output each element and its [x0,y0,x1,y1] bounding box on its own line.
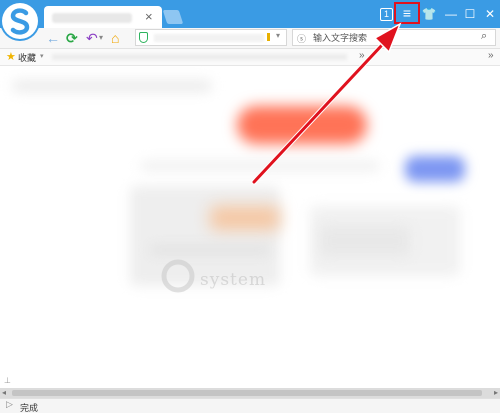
bookmarks-more-icon[interactable]: » [359,50,365,61]
watermark-text: system [200,270,267,290]
maximize-button[interactable]: ☐ [464,5,476,23]
badge-icon[interactable]: 1 [380,8,393,21]
navigation-bar: ← ⟳ ↶ ▾ ⌂ ▾ ⓢ ⌕ [0,28,500,49]
page-content: system [0,66,500,388]
address-bar[interactable]: ▾ [135,29,287,46]
bookmarks-blurred [52,54,347,60]
new-tab-button[interactable] [162,10,184,24]
blurred-button [405,156,465,182]
address-text-blurred [154,34,264,42]
browser-tab[interactable]: × [44,6,162,28]
menu-button[interactable]: ≡ [394,2,420,24]
blurred-block [150,246,270,254]
blurred-block [210,206,280,230]
address-indicator [267,33,270,41]
scroll-right-icon[interactable]: ▸ [494,388,498,398]
close-window-button[interactable]: ✕ [484,5,496,23]
sogou-logo-icon[interactable] [2,3,38,39]
scroll-left-icon[interactable]: ◂ [2,388,6,398]
corner-mark: ⊥ [4,376,11,385]
search-icon[interactable]: ⌕ [481,30,487,43]
bookmarks-overflow-icon[interactable]: » [488,50,494,61]
minimize-button[interactable]: — [444,5,458,23]
status-bar: ▷ 完成 [0,398,500,413]
watermark-logo-icon [161,259,195,293]
favorites-dropdown-icon[interactable]: ▾ [40,52,44,60]
tab-title-blurred [52,13,132,23]
favorites-label[interactable]: 收藏 [18,51,36,64]
search-box[interactable]: ⓢ ⌕ [292,29,496,46]
status-text: 完成 [20,403,39,413]
blurred-block [320,226,410,256]
shield-icon [139,32,148,43]
undo-dropdown-icon[interactable]: ▾ [99,29,103,47]
horizontal-scrollbar[interactable]: ◂ ▸ [0,388,500,398]
skin-icon[interactable]: 👕 [421,5,437,23]
undo-icon[interactable]: ↶ [86,29,98,47]
scrollbar-thumb[interactable] [12,390,482,396]
reload-icon[interactable]: ⟳ [66,29,78,47]
home-icon[interactable]: ⌂ [111,29,119,47]
status-icon: ▷ [6,399,13,409]
tab-close-icon[interactable]: × [145,9,153,24]
bookmarks-bar: ★ 收藏 ▾ » » [0,49,500,66]
address-dropdown-icon[interactable]: ▾ [276,31,280,40]
blurred-block [140,161,380,171]
blurred-block [12,80,212,92]
blurred-button [237,106,367,144]
title-bar: × 1 ≡ 👕 — ☐ ✕ [0,0,500,28]
star-icon[interactable]: ★ [6,50,16,63]
search-engine-icon[interactable]: ⓢ [297,32,306,45]
search-input[interactable] [313,31,473,44]
back-icon[interactable]: ← [46,29,60,47]
watermark: system [160,256,290,296]
